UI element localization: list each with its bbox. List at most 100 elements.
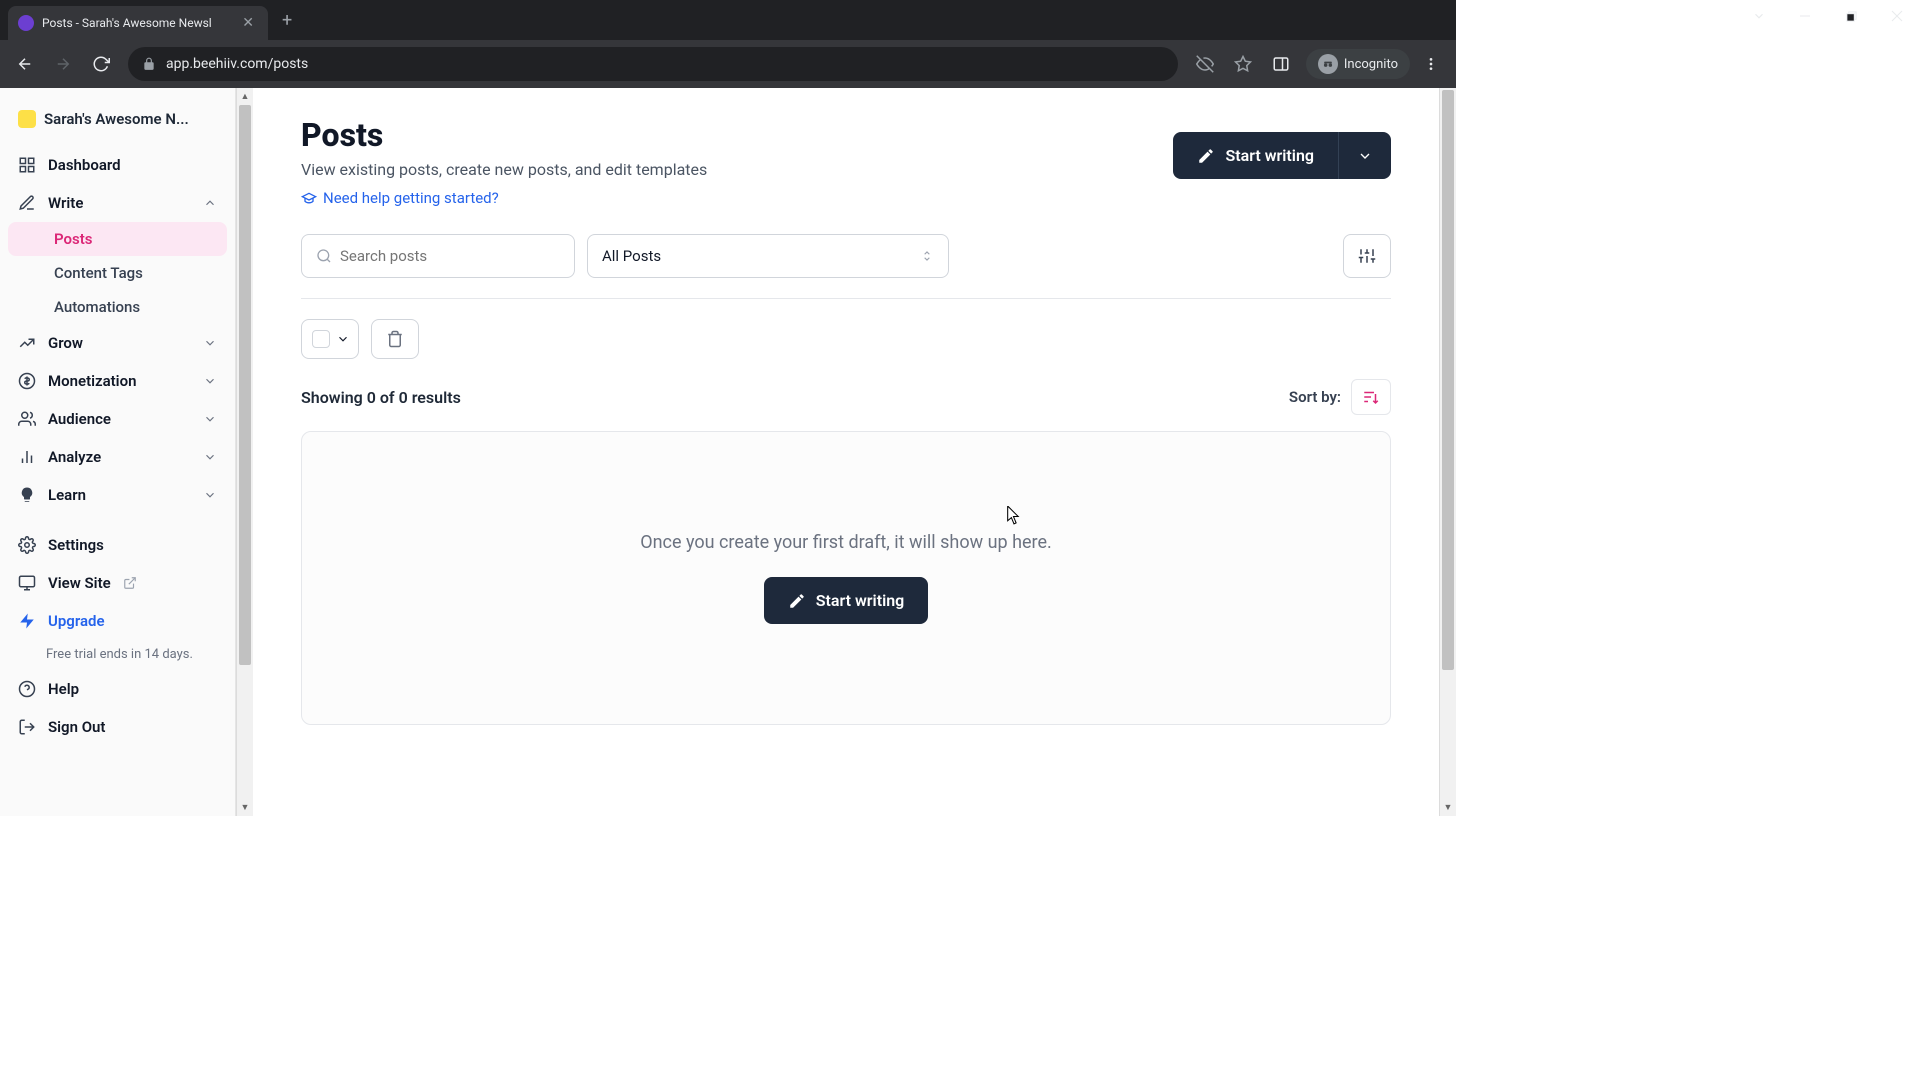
browser-menu-icon[interactable]: [1414, 47, 1448, 81]
posts-filter-select[interactable]: All Posts: [587, 234, 949, 278]
sidebar-item-write[interactable]: Write: [0, 184, 235, 222]
adjustments-button[interactable]: [1343, 234, 1391, 278]
main-scrollbar[interactable]: ▲ ▼: [1439, 88, 1456, 816]
pencil-icon: [1197, 147, 1215, 165]
select-chevron-icon: [920, 249, 934, 263]
sidebar-subitem-content-tags[interactable]: Content Tags: [8, 256, 227, 290]
workspace-icon: [18, 110, 36, 128]
scrollbar-thumb[interactable]: [239, 105, 251, 665]
sidebar-item-monetization[interactable]: Monetization: [0, 362, 235, 400]
page-title: Posts: [301, 116, 707, 154]
workspace-selector[interactable]: Sarah's Awesome N...: [0, 100, 235, 138]
window-maximize-button[interactable]: [1828, 0, 1874, 32]
write-icon: [18, 194, 36, 212]
nav-reload-button[interactable]: [84, 47, 118, 81]
chevron-down-icon: [203, 450, 217, 464]
nav-back-button[interactable]: [8, 47, 42, 81]
sidebar-item-label: Audience: [48, 410, 111, 428]
scroll-up-icon[interactable]: ▲: [237, 88, 253, 105]
sidebar-item-label: Write: [48, 194, 83, 212]
sidebar-item-label: Settings: [48, 536, 104, 554]
scroll-down-icon[interactable]: ▼: [237, 799, 253, 816]
divider: [301, 298, 1391, 299]
analyze-icon: [18, 448, 36, 466]
sidebar-item-sign-out[interactable]: Sign Out: [0, 708, 235, 746]
tab-search-icon[interactable]: [1736, 0, 1782, 32]
chevron-down-icon: [1357, 148, 1373, 164]
sidebar-item-dashboard[interactable]: Dashboard: [0, 146, 235, 184]
nav-forward-button[interactable]: [46, 47, 80, 81]
sidebar: Sarah's Awesome N... Dashboard Write Pos…: [0, 88, 236, 816]
search-input-field[interactable]: [340, 247, 560, 265]
search-icon: [316, 248, 332, 264]
incognito-badge[interactable]: Incognito: [1306, 49, 1410, 79]
eye-off-icon[interactable]: [1188, 47, 1222, 81]
lock-icon: [142, 57, 156, 71]
page-description: View existing posts, create new posts, a…: [301, 160, 707, 179]
chevron-down-icon: [336, 332, 350, 346]
sidebar-item-settings[interactable]: Settings: [0, 526, 235, 564]
pencil-icon: [788, 592, 806, 610]
empty-start-writing-button[interactable]: Start writing: [764, 577, 929, 624]
tab-title: Posts - Sarah's Awesome Newsl: [42, 16, 238, 30]
incognito-icon: [1318, 54, 1338, 74]
search-posts-input[interactable]: [301, 234, 575, 278]
gear-icon: [18, 536, 36, 554]
help-link-label: Need help getting started?: [323, 189, 499, 207]
sidebar-item-analyze[interactable]: Analyze: [0, 438, 235, 476]
empty-cta-label: Start writing: [816, 591, 905, 610]
view-site-icon: [18, 574, 36, 592]
sidebar-item-upgrade[interactable]: Upgrade: [0, 602, 235, 640]
window-close-button[interactable]: [1874, 0, 1920, 32]
monetization-icon: [18, 372, 36, 390]
start-writing-button[interactable]: Start writing: [1173, 132, 1338, 179]
help-icon: [18, 680, 36, 698]
sidebar-item-label: Learn: [48, 486, 86, 504]
chevron-down-icon: [203, 374, 217, 388]
trial-text: Free trial ends in 14 days.: [0, 640, 235, 670]
browser-chrome: Posts - Sarah's Awesome Newsl ✕ + app.be…: [0, 0, 1456, 88]
sidebar-subitem-posts[interactable]: Posts: [8, 222, 227, 256]
filter-value: All Posts: [602, 247, 661, 265]
sort-button[interactable]: [1351, 379, 1391, 415]
sidebar-item-audience[interactable]: Audience: [0, 400, 235, 438]
sort-by-label: Sort by:: [1289, 388, 1341, 406]
bulk-checkbox[interactable]: [312, 330, 330, 348]
window-minimize-button[interactable]: [1782, 0, 1828, 32]
side-panel-icon[interactable]: [1264, 47, 1298, 81]
sidebar-item-label: Help: [48, 680, 79, 698]
help-link[interactable]: Need help getting started?: [301, 189, 499, 207]
chevron-down-icon: [203, 412, 217, 426]
new-tab-button[interactable]: +: [282, 10, 292, 31]
sidebar-item-label: Dashboard: [48, 156, 121, 174]
tab-close-icon[interactable]: ✕: [238, 15, 258, 31]
sidebar-item-label: View Site: [48, 574, 111, 592]
incognito-label: Incognito: [1344, 57, 1398, 72]
results-count: Showing 0 of 0 results: [301, 388, 461, 407]
nav-bar: app.beehiiv.com/posts Incognito: [0, 40, 1456, 88]
sidebar-scrollbar[interactable]: ▲ ▼: [236, 88, 253, 816]
sidebar-item-label: Grow: [48, 334, 83, 352]
external-link-icon: [123, 576, 137, 590]
sidebar-item-learn[interactable]: Learn: [0, 476, 235, 514]
sidebar-item-grow[interactable]: Grow: [0, 324, 235, 362]
audience-icon: [18, 410, 36, 428]
sidebar-item-view-site[interactable]: View Site: [0, 564, 235, 602]
scroll-down-icon[interactable]: ▼: [1440, 799, 1456, 816]
sidebar-subitem-automations[interactable]: Automations: [8, 290, 227, 324]
dashboard-icon: [18, 156, 36, 174]
scrollbar-thumb[interactable]: [1442, 90, 1454, 670]
url-bar[interactable]: app.beehiiv.com/posts: [128, 47, 1178, 81]
empty-state: Once you create your first draft, it wil…: [301, 431, 1391, 725]
bulk-select-button[interactable]: [301, 319, 359, 359]
browser-tab[interactable]: Posts - Sarah's Awesome Newsl ✕: [8, 6, 268, 40]
delete-button[interactable]: [371, 319, 419, 359]
chevron-down-icon: [203, 336, 217, 350]
bookmark-icon[interactable]: [1226, 47, 1260, 81]
sidebar-item-label: Content Tags: [54, 264, 143, 282]
sidebar-item-label: Upgrade: [48, 612, 105, 630]
sidebar-item-help[interactable]: Help: [0, 670, 235, 708]
chevron-up-icon: [203, 196, 217, 210]
start-writing-dropdown[interactable]: [1338, 132, 1391, 179]
sign-out-icon: [18, 718, 36, 736]
